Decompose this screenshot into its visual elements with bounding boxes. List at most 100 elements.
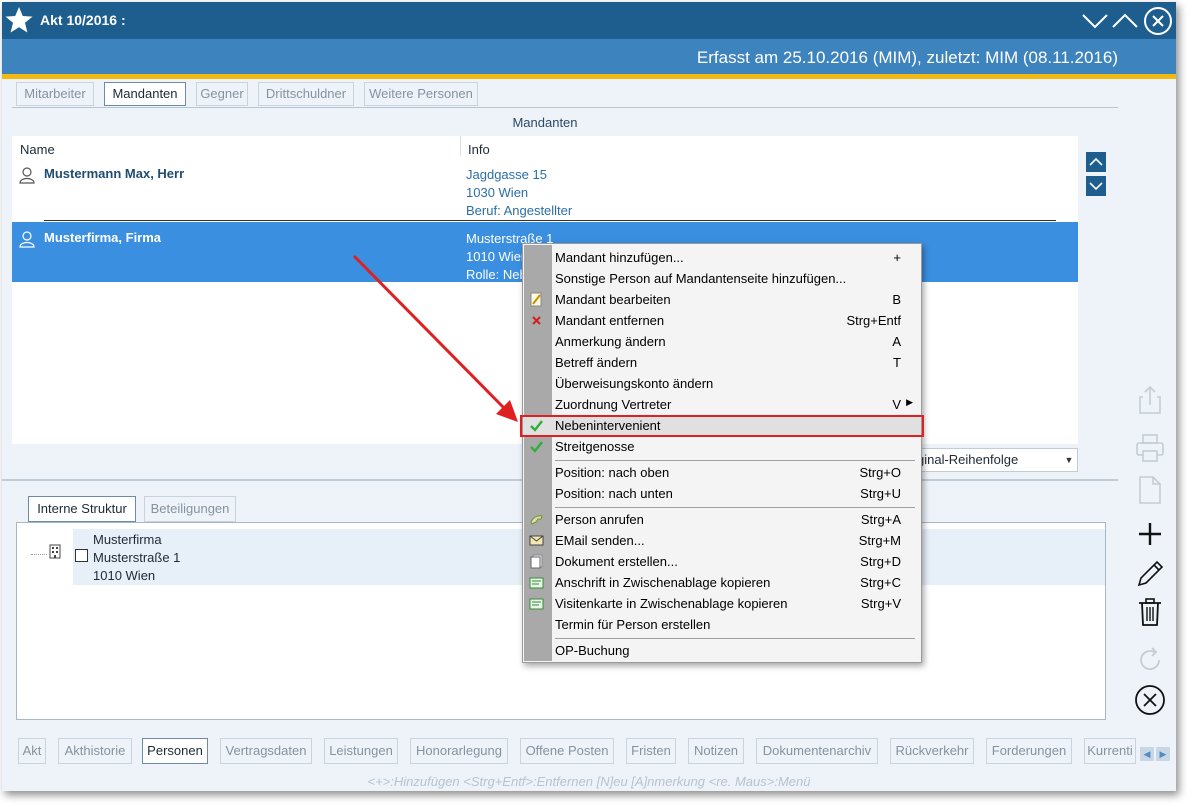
right-action-bar [1118,110,1176,730]
menu-item-streitgenosse[interactable]: Streitgenosse [523,436,921,457]
row-name: Musterfirma, Firma [44,230,162,245]
column-header-info[interactable]: Info [468,142,490,157]
accent-line [2,74,1176,79]
menu-item-shortcut: B [892,292,901,307]
shortcut-hint: <+>:Hinzufügen <Strg+Entf>:Entfernen [N]… [367,774,811,789]
table-row[interactable]: Mustermann Max, Herr Jagdgasse 15 1030 W… [12,158,1078,222]
menu-item-dokument-erstellen[interactable]: Dokument erstellen... Strg+D [523,551,921,572]
cancel-icon[interactable] [1134,684,1166,716]
trash-icon[interactable] [1134,596,1166,628]
tab-offene-posten[interactable]: Offene Posten [520,738,614,764]
menu-item-betreff-aendern[interactable]: Betreff ändern T [523,352,921,373]
mail-icon [529,535,544,546]
chevron-up-icon[interactable] [1110,6,1140,36]
menu-item-label: Position: nach unten [555,486,673,501]
menu-item-position-unten[interactable]: Position: nach unten Strg+U [523,483,921,504]
menu-item-termin-erstellen[interactable]: Termin für Person erstellen [523,614,921,635]
export-icon[interactable] [1134,384,1166,416]
tab-kurrenti[interactable]: Kurrenti [1084,738,1136,764]
menu-item-label: Überweisungskonto ändern [555,376,714,391]
menu-item-shortcut: + [893,250,901,265]
menu-item-label: EMail senden... [555,533,645,548]
menu-item-shortcut: Strg+U [860,486,901,501]
tab-scroll-arrows: ◀ ▶ [1140,744,1172,762]
menu-item-visitenkarte-kopieren[interactable]: Visitenkarte in Zwischenablage kopieren … [523,593,921,614]
tab-leistungen[interactable]: Leistungen [324,738,398,764]
window-title: Akt 10/2016 : [40,12,126,28]
add-icon[interactable] [1134,518,1166,550]
star-icon[interactable] [4,5,34,35]
menu-item-label: Streitgenosse [555,439,635,454]
tab-notizen[interactable]: Notizen [688,738,744,764]
dropdown-arrow-icon[interactable]: ▼ [1061,449,1077,471]
sort-order-value: ginal-Reihenfolge [917,452,1019,467]
tree-node-line: Musterstraße 1 [93,550,181,565]
menu-item-label: OP-Buchung [555,643,630,658]
tab-scroll-left-icon[interactable]: ◀ [1140,747,1154,761]
tab-interne-struktur[interactable]: Interne Struktur [28,496,136,522]
sort-order-dropdown[interactable]: ginal-Reihenfolge ▼ [902,448,1078,472]
bottom-tab-bar: Akt Akthistorie Personen Vertragsdaten L… [2,736,1176,766]
tab-mitarbeiter[interactable]: Mitarbeiter [16,82,94,106]
menu-item-person-anrufen[interactable]: Person anrufen Strg+A [523,509,921,530]
edit-icon [530,292,542,307]
tab-akthistorie[interactable]: Akthistorie [58,738,132,764]
print-icon[interactable] [1134,432,1166,464]
menu-item-anmerkung-aendern[interactable]: Anmerkung ändern A [523,331,921,352]
menu-item-shortcut: A [892,334,901,349]
tab-rueckverkehr[interactable]: Rückverkehr [890,738,974,764]
menu-item-label: Zuordnung Vertreter [555,397,672,412]
tab-fristen[interactable]: Fristen [626,738,676,764]
tab-beteiligungen[interactable]: Beteiligungen [144,496,236,522]
menu-item-shortcut: Strg+C [860,575,901,590]
menu-item-mandant-entfernen[interactable]: Mandant entfernen Strg+Entf [523,310,921,331]
tab-weitere-personen[interactable]: Weitere Personen [364,82,478,106]
chevron-down-icon[interactable] [1080,6,1110,36]
menu-separator [555,638,915,639]
tab-mandanten[interactable]: Mandanten [104,82,186,106]
column-header-name[interactable]: Name [20,142,55,157]
menu-item-label: Betreff ändern [555,355,638,370]
move-down-button[interactable] [1086,176,1106,196]
menu-item-label: Anschrift in Zwischenablage kopieren [555,575,771,590]
menu-item-ueberweisungskonto[interactable]: Überweisungskonto ändern [523,373,921,394]
menu-item-position-oben[interactable]: Position: nach oben Strg+O [523,462,921,483]
tab-gegner[interactable]: Gegner [196,82,248,106]
tab-forderungen[interactable]: Forderungen [986,738,1072,764]
tab-akt[interactable]: Akt [18,738,46,764]
menu-item-anschrift-kopieren[interactable]: Anschrift in Zwischenablage kopieren Str… [523,572,921,593]
menu-item-mandant-bearbeiten[interactable]: Mandant bearbeiten B [523,289,921,310]
row-info-line: Jagdgasse 15 [466,167,547,182]
menu-item-label: Anmerkung ändern [555,334,666,349]
menu-item-shortcut: Strg+M [858,533,901,548]
row-divider [44,220,1056,221]
tab-dokumentenarchiv[interactable]: Dokumentenarchiv [756,738,878,764]
tab-drittschuldner[interactable]: Drittschuldner [258,82,354,106]
menu-item-email-senden[interactable]: EMail senden... Strg+M [523,530,921,551]
record-status-text: Erfasst am 25.10.2016 (MIM), zuletzt: MI… [696,48,1118,67]
tab-vertragsdaten[interactable]: Vertragsdaten [220,738,312,764]
menu-item-op-buchung[interactable]: OP-Buchung [523,640,921,661]
menu-item-shortcut: V [892,397,901,412]
menu-item-shortcut: Strg+V [860,596,901,611]
menu-item-shortcut: Strg+O [859,465,901,480]
edit-pencil-icon[interactable] [1134,558,1166,590]
tree-connector [31,554,47,555]
tab-personen[interactable]: Personen [142,738,208,764]
tree-node-checkbox[interactable] [75,549,88,562]
menu-item-sonstige-person[interactable]: Sonstige Person auf Mandantenseite hinzu… [523,268,921,289]
remove-icon [532,316,541,325]
menu-item-mandant-hinzufuegen[interactable]: Mandant hinzufügen... + [523,247,921,268]
tab-honorarlegung[interactable]: Honorarlegung [410,738,508,764]
move-up-button[interactable] [1086,152,1106,172]
refresh-icon[interactable] [1134,644,1166,676]
menu-item-label: Position: nach oben [555,465,670,480]
menu-item-label: Termin für Person erstellen [555,617,711,632]
menu-item-zuordnung-vertreter[interactable]: Zuordnung Vertreter V ▶ [523,394,921,415]
tree-node-line: 1010 Wien [93,568,156,583]
new-document-icon[interactable] [1134,474,1166,506]
tab-scroll-right-icon[interactable]: ▶ [1156,747,1170,761]
phone-icon [530,515,543,525]
close-icon[interactable] [1143,6,1173,36]
menu-item-label: Dokument erstellen... [555,554,678,569]
